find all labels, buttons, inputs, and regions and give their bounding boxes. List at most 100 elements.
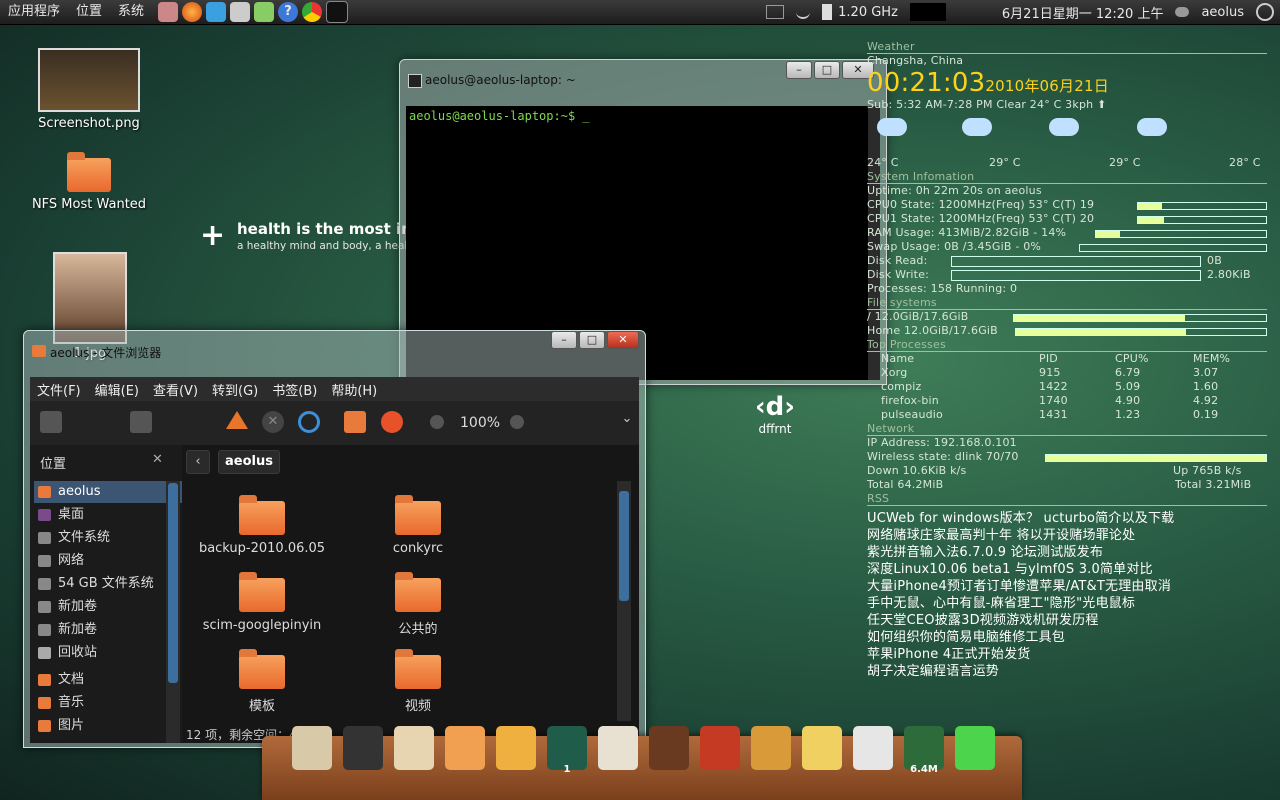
rss-item[interactable]: 大量iPhone4预订者订单惨遭苹果/AT&T无理由取消 xyxy=(867,578,1267,595)
rss-item[interactable]: UCWeb for windows版本？ ucturbo简介以及下载 xyxy=(867,510,1267,527)
file-item[interactable]: 模板 xyxy=(192,649,332,714)
rss-item[interactable]: 任天堂CEO披露3D视频游戏机研发历程 xyxy=(867,612,1267,629)
chevron-down-icon[interactable]: ⌄ xyxy=(616,411,638,433)
sidebar-item[interactable]: 回收站 xyxy=(34,642,184,664)
dock-scroll-icon[interactable] xyxy=(394,726,434,770)
rss-item[interactable]: 苹果iPhone 4正式开始发货 xyxy=(867,646,1267,663)
dock-torii-screen-icon[interactable] xyxy=(598,726,638,770)
sidebar-item-label: 网络 xyxy=(58,553,85,568)
menu-help[interactable]: 帮助(H) xyxy=(324,380,384,399)
menu-go[interactable]: 转到(G) xyxy=(205,380,265,399)
dffrnt-label: dffrnt xyxy=(758,422,792,436)
ip-address: IP Address: 192.168.0.101 xyxy=(867,436,1017,449)
keyboard-icon[interactable] xyxy=(766,5,785,19)
dock-lanterns-icon[interactable] xyxy=(751,726,791,770)
sidebar-title[interactable]: 位置 xyxy=(40,453,66,472)
terminal-titlebar[interactable]: aeolus@aeolus-laptop: ~ – □ ✕ xyxy=(400,60,886,104)
rss-item[interactable]: 网络赌球庄家最高判十年 将以开设赌场罪论处 xyxy=(867,527,1267,544)
back-arrow-icon[interactable] xyxy=(40,411,62,433)
swap-usage: Swap Usage: 0B /3.45GiB - 0% xyxy=(867,240,1042,253)
close-sidebar-icon[interactable]: ✕ xyxy=(152,452,163,467)
sidebar-scrollbar[interactable] xyxy=(166,481,180,743)
dock-abacus-icon[interactable] xyxy=(649,726,689,770)
rss-item[interactable]: 手中无鼠、心中有鼠-麻省理工"隐形"光电鼠标 xyxy=(867,595,1267,612)
desktop-icon-screenshot[interactable]: Screenshot.png xyxy=(29,48,149,131)
dock-files-icon[interactable] xyxy=(445,726,485,770)
stop-icon[interactable]: ✕ xyxy=(262,411,284,433)
launcher-terminal-icon[interactable] xyxy=(326,1,349,23)
dock-app-yu-icon[interactable] xyxy=(496,726,536,770)
dock-battery-icon[interactable] xyxy=(955,726,995,770)
chat-icon[interactable] xyxy=(1175,7,1190,17)
launcher-books-icon[interactable] xyxy=(254,2,275,22)
top-process-cell: compiz xyxy=(881,380,922,393)
disk-read-value: 0B xyxy=(1207,254,1222,267)
launcher-bird-icon[interactable] xyxy=(206,2,227,22)
file-item[interactable]: backup-2010.06.05 xyxy=(192,495,332,556)
launcher-camera-icon[interactable] xyxy=(230,2,251,22)
path-back-button[interactable]: ‹ xyxy=(186,450,210,474)
file-view[interactable]: ‹ aeolus backup-2010.06.05 conkyrc scim-go… xyxy=(182,445,639,743)
system-monitor-graph[interactable] xyxy=(909,3,946,21)
dock-memory-icon[interactable]: 6.4M xyxy=(904,726,944,775)
launcher-help-icon[interactable]: ? xyxy=(278,2,299,22)
maximize-button[interactable]: □ xyxy=(814,61,840,79)
rss-item[interactable]: 深度Linux10.06 beta1 与ylmf0S 3.0简单对比 xyxy=(867,561,1267,578)
username[interactable]: aeolus xyxy=(1201,5,1244,20)
sidebar-item[interactable]: 网络 xyxy=(34,550,184,572)
file-item[interactable]: conkyrc xyxy=(348,495,488,556)
sidebar-item[interactable]: aeolus xyxy=(34,481,184,503)
menu-edit[interactable]: 编辑(E) xyxy=(88,380,146,399)
dock-torii-icon[interactable] xyxy=(700,726,740,770)
sidebar-item[interactable]: 文档 xyxy=(34,669,184,691)
launcher-vlc-icon[interactable] xyxy=(158,2,179,22)
home-icon[interactable] xyxy=(344,411,366,433)
launcher-chrome-icon[interactable] xyxy=(302,2,323,22)
sidebar-item[interactable]: 新加卷 xyxy=(34,596,184,618)
cpu1-state: CPU1 State: 1200MHz(Freq) 53° C(T) 20 xyxy=(867,212,1095,225)
sidebar-item[interactable]: 音乐 xyxy=(34,692,184,714)
dock-app-1-icon[interactable] xyxy=(292,726,332,770)
reload-icon[interactable] xyxy=(298,411,320,433)
menu-bookmarks[interactable]: 书签(B) xyxy=(265,380,324,399)
maximize-button[interactable]: □ xyxy=(579,331,605,349)
file-item[interactable]: 视频 xyxy=(348,649,488,714)
file-item[interactable]: scim-googlepinyin xyxy=(192,572,332,633)
clock[interactable]: 6月21日星期一 12:20 上午 xyxy=(1002,3,1164,22)
desktop-icon-nfs[interactable]: NFS Most Wanted xyxy=(24,152,154,212)
menu-applications[interactable]: 应用程序 xyxy=(0,0,68,24)
dock-weather-icon[interactable] xyxy=(802,726,842,770)
sidebar-item[interactable]: 新加卷 xyxy=(34,619,184,641)
rss-item[interactable]: 胡子决定编程语言运势 xyxy=(867,663,1267,680)
forward-arrow-icon[interactable] xyxy=(130,411,152,433)
menu-view[interactable]: 查看(V) xyxy=(146,380,205,399)
sidebar-item[interactable]: 54 GB 文件系统 xyxy=(34,573,184,595)
up-arrow-icon[interactable] xyxy=(226,411,248,429)
rss-item[interactable]: 如何组织你的简易电脑维修工具包 xyxy=(867,629,1267,646)
dock-pen-icon[interactable] xyxy=(343,726,383,770)
minimize-button[interactable]: – xyxy=(786,61,812,79)
sidebar-item[interactable]: 图片 xyxy=(34,715,184,737)
dock-brush-icon[interactable] xyxy=(853,726,893,770)
launcher-firefox-icon[interactable] xyxy=(182,2,203,22)
zoom-in-icon[interactable] xyxy=(510,415,524,429)
menu-file[interactable]: 文件(F) xyxy=(30,380,88,399)
weather-header: Weather xyxy=(867,40,1267,54)
minimize-button[interactable]: – xyxy=(551,331,577,349)
zoom-out-icon[interactable] xyxy=(430,415,444,429)
breadcrumb-home[interactable]: aeolus xyxy=(218,450,280,474)
computer-icon[interactable] xyxy=(381,411,403,433)
close-button[interactable]: ✕ xyxy=(607,331,639,349)
menu-system[interactable]: 系统 xyxy=(110,0,152,24)
wifi-icon[interactable] xyxy=(796,5,811,19)
rss-item[interactable]: 紫光拼音输入法6.7.0.9 论坛测试版发布 xyxy=(867,544,1267,561)
file-view-scrollbar[interactable] xyxy=(617,481,631,721)
sidebar-item[interactable]: 桌面 xyxy=(34,504,184,526)
cpufreq-icon[interactable] xyxy=(822,4,833,20)
power-icon[interactable] xyxy=(1256,3,1274,21)
sidebar-item[interactable]: 文件系统 xyxy=(34,527,184,549)
dock-workspace-icon[interactable]: 1 xyxy=(547,726,587,775)
file-item[interactable]: 公共的 xyxy=(348,572,488,637)
menu-places[interactable]: 位置 xyxy=(68,0,110,24)
file-browser-window[interactable]: aeolus - 文件浏览器 – □ ✕ 文件(F) 编辑(E) 查看(V) 转… xyxy=(23,330,646,748)
